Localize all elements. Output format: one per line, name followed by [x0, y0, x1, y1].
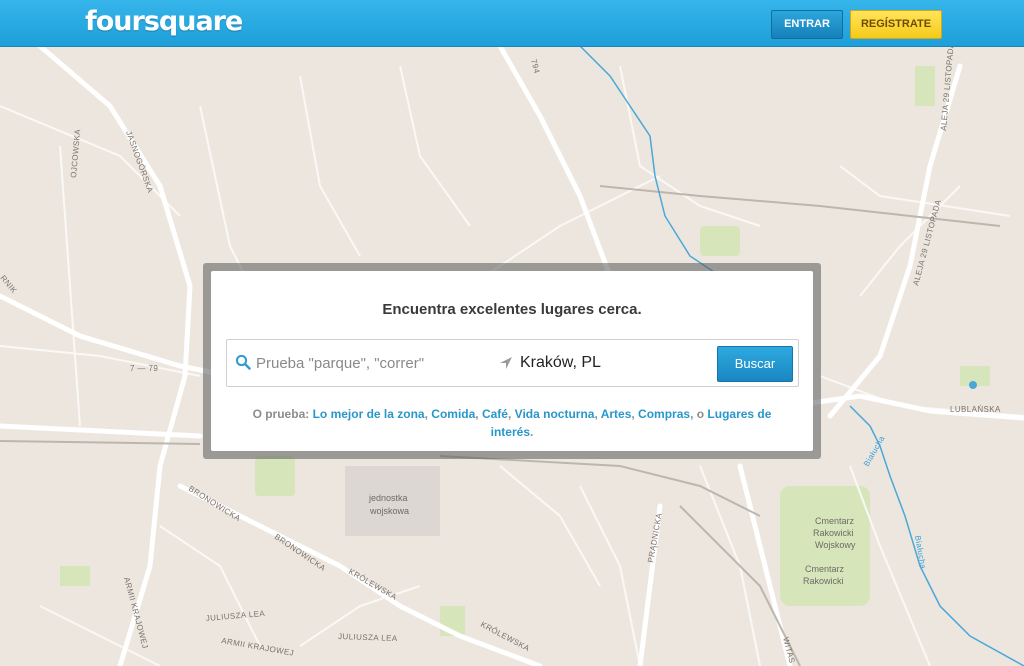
pond [969, 381, 977, 389]
search-title: Encuentra excelentes lugares cerca. [382, 301, 642, 318]
suggestion-link[interactable]: Café [482, 407, 508, 421]
area-label: Rakowicki [813, 528, 854, 538]
foursquare-logo[interactable]: foursquare [85, 6, 243, 37]
street-label: 7 — 79 [130, 364, 158, 373]
query-input[interactable] [256, 353, 486, 373]
suggestion-link[interactable]: Lo mejor de la zona [313, 407, 425, 421]
suggestions: O prueba: Lo mejor de la zona, Comida, C… [252, 407, 772, 439]
location-arrow-icon [498, 355, 514, 371]
suggestion-link[interactable]: Artes [601, 407, 632, 421]
search-box: Buscar [226, 339, 799, 387]
location-input[interactable] [520, 353, 720, 373]
search-panel-frame: Encuentra excelentes lugares cerca. Busc… [203, 263, 821, 459]
search-panel: Encuentra excelentes lugares cerca. Busc… [211, 271, 813, 451]
signup-button[interactable]: REGÍSTRATE [850, 10, 942, 39]
area-label: Rakowicki [803, 576, 844, 586]
area-label: Cmentarz [805, 564, 845, 574]
street-label: LUBLAŃSKA [950, 405, 1001, 414]
top-bar: foursquare ENTRAR REGÍSTRATE [0, 0, 1024, 47]
search-icon [235, 354, 251, 370]
suggestion-link[interactable]: Comida [431, 407, 475, 421]
suggestion-link[interactable]: Vida nocturna [515, 407, 595, 421]
area-label: Cmentarz [815, 516, 855, 526]
suggestions-prefix: O prueba: [252, 407, 313, 421]
suggestion-link[interactable]: Compras [638, 407, 690, 421]
area-label: Wojskowy [815, 540, 856, 550]
area-label: wojskowa [369, 506, 409, 516]
login-button[interactable]: ENTRAR [771, 10, 843, 39]
area-label: jednostka [368, 493, 408, 503]
search-button[interactable]: Buscar [717, 346, 793, 382]
